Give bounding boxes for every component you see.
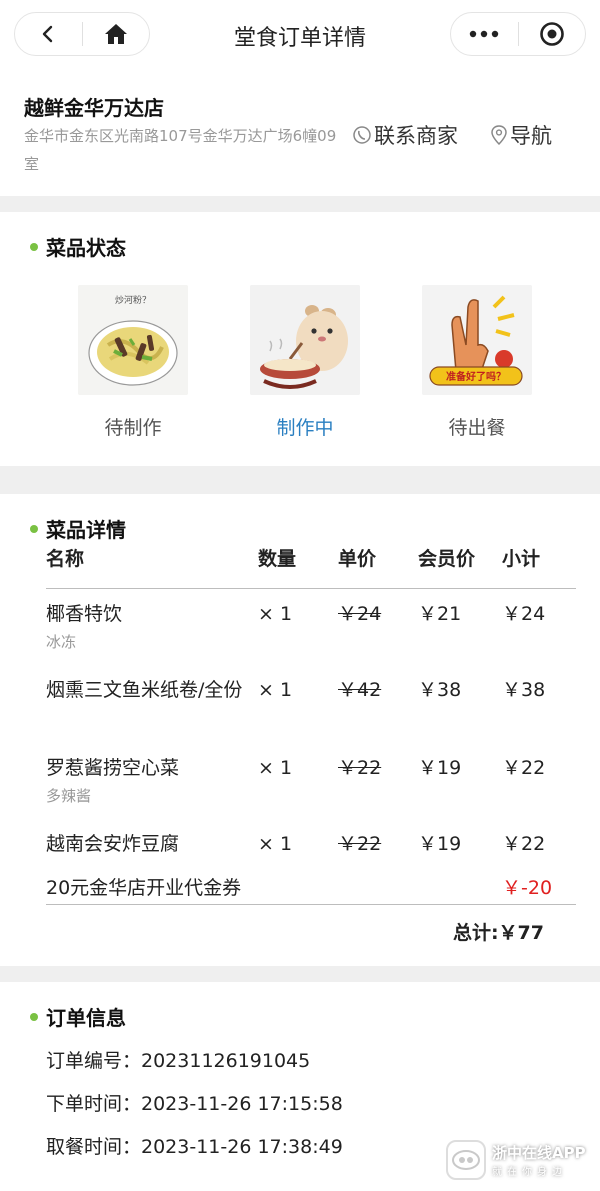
contact-merchant-label: 联系商家	[374, 124, 458, 148]
dish-qty: × 1	[258, 757, 293, 779]
dish-name: 罗惹酱捞空心菜	[46, 757, 180, 779]
dish-name: 越南会安炸豆腐	[46, 833, 180, 855]
menu-capsule	[450, 12, 586, 56]
dish-status-title: 菜品状态	[30, 232, 126, 261]
nav-capsule	[14, 12, 150, 56]
column-header-subtotal: 小计	[502, 548, 541, 570]
dish-qty: × 1	[258, 603, 293, 625]
dish-status-card: 菜品状态 炒河粉？ 待制作 制作中 准备好了吗？ 待出餐	[0, 212, 600, 466]
cooking-hamster-illustration	[250, 285, 360, 395]
dish-qty: × 1	[258, 833, 293, 855]
dish-name: 烟熏三文鱼米纸卷/全份	[46, 679, 243, 701]
watermark-logo-icon	[446, 1140, 486, 1180]
bullet-dot	[30, 1012, 38, 1021]
pickup-time: 取餐时间：2023-11-26 17:38:49	[46, 1136, 343, 1158]
column-header-price: 单价	[338, 548, 377, 570]
dish-price: ￥22	[338, 757, 382, 779]
dish-details-card: 菜品详情 名称 数量 单价 会员价 小计 椰香特饮 冰冻 × 1 ￥24 ￥21…	[0, 494, 600, 966]
table-divider	[46, 588, 576, 589]
navigate-label: 导航	[510, 124, 552, 148]
dish-member-price: ￥19	[418, 833, 462, 855]
status-label: 待出餐	[448, 417, 506, 439]
dish-name-cell: 烟熏三文鱼米纸卷/全份	[46, 674, 252, 706]
column-header-member-price: 会员价	[418, 548, 476, 570]
close-miniapp-button[interactable]	[519, 13, 586, 55]
dish-member-price: ￥38	[418, 679, 462, 701]
ready-hand-illustration: 准备好了吗？	[422, 285, 532, 395]
dish-details-title: 菜品详情	[30, 514, 126, 543]
dish-note: 冰冻	[46, 633, 77, 651]
order-time: 下单时间：2023-11-26 17:15:58	[46, 1093, 343, 1115]
dish-subtotal: ￥24	[502, 603, 546, 625]
status-step-pending-cook: 炒河粉？ 待制作	[78, 285, 188, 440]
dish-qty: × 1	[258, 679, 293, 701]
dish-subtotal: ￥38	[502, 679, 546, 701]
table-header: 名称 数量 单价 会员价 小计	[46, 544, 576, 582]
dish-price: ￥42	[338, 679, 382, 701]
store-address: 金华市金东区光南路107号金华万达广场6幢09室	[24, 127, 337, 173]
dish-details-title-text: 菜品详情	[46, 518, 126, 542]
dish-price: ￥22	[338, 833, 382, 855]
fried-noodles-illustration: 炒河粉？	[78, 285, 188, 395]
order-info-title-text: 订单信息	[46, 1006, 126, 1030]
dish-member-price: ￥21	[418, 603, 462, 625]
dish-subtotal: ￥22	[502, 833, 546, 855]
status-step-cooking: 制作中	[250, 285, 360, 440]
watermark-title: 浙中在线APP	[492, 1144, 586, 1162]
bullet-dot	[30, 524, 38, 533]
dish-subtotal: ￥22	[502, 757, 546, 779]
order-info-title: 订单信息	[30, 1002, 126, 1031]
voucher-name: 20元金华店开业代金券	[46, 877, 242, 899]
dish-note: 多辣酱	[46, 787, 92, 805]
phone-icon	[353, 126, 371, 144]
top-bar: 堂食订单详情	[0, 0, 600, 68]
dish-name-cell: 罗惹酱捞空心菜 多辣酱	[46, 752, 252, 806]
navigate-button[interactable]: 导航	[490, 120, 552, 150]
status-step-ready: 准备好了吗？ 待出餐	[422, 285, 532, 440]
home-button[interactable]	[83, 13, 150, 55]
status-label: 制作中	[276, 417, 334, 439]
chevron-left-icon	[43, 25, 53, 43]
illustration-caption: 炒河粉？	[115, 294, 151, 306]
target-circle-icon	[539, 22, 564, 46]
dish-name-cell: 越南会安炸豆腐	[46, 828, 252, 860]
location-pin-icon	[491, 125, 507, 146]
table-divider	[46, 904, 576, 905]
dish-status-title-text: 菜品状态	[46, 236, 126, 260]
more-button[interactable]	[451, 13, 518, 55]
home-icon	[104, 24, 127, 44]
store-info: 越鲜金华万达店 金华市金东区光南路107号金华万达广场6幢09室 联系商家 导航	[0, 68, 600, 196]
watermark-subtitle: 就在你身边	[492, 1167, 567, 1178]
watermark-text: 浙中在线APP 就在你身边	[492, 1142, 586, 1178]
dish-price: ￥24	[338, 603, 382, 625]
more-dots-icon	[470, 30, 499, 38]
back-button[interactable]	[15, 13, 82, 55]
status-label: 待制作	[104, 417, 162, 439]
dish-name: 椰香特饮	[46, 603, 123, 625]
dish-name-cell: 椰香特饮 冰冻	[46, 598, 252, 652]
voucher-amount: ￥-20	[502, 877, 553, 899]
dish-member-price: ￥19	[418, 757, 462, 779]
contact-merchant-button[interactable]: 联系商家	[352, 120, 458, 150]
column-header-qty: 数量	[258, 548, 297, 570]
bullet-dot	[30, 242, 38, 251]
order-number: 订单编号：20231126191045	[46, 1050, 311, 1072]
store-name: 越鲜金华万达店	[24, 96, 164, 120]
app-watermark: 浙中在线APP 就在你身边	[446, 1138, 596, 1182]
order-total: 总计:￥77	[452, 922, 544, 944]
illustration-caption: 准备好了吗？	[446, 370, 506, 383]
column-header-name: 名称	[46, 548, 85, 570]
page-title: 堂食订单详情	[233, 26, 366, 51]
